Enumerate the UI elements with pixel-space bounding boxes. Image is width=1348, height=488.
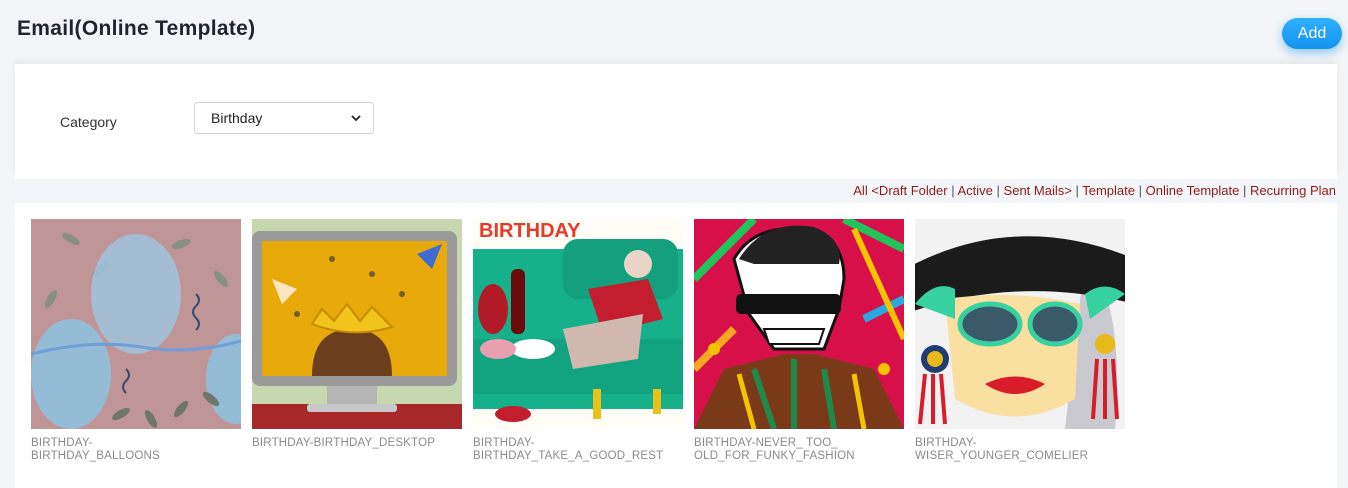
template-card[interactable]: BIRTHDAY- WISER_YOUNGER_COMELIER [915,219,1125,463]
category-select-value: Birthday [211,110,263,126]
category-select[interactable]: Birthday [194,102,374,134]
folder-nav: All <Draft Folder | Active | Sent Mails>… [853,183,1336,198]
nav-online-template-link[interactable]: Online Template [1146,183,1240,198]
templates-panel: BIRTHDAY- BIRTHDAY_BALLOONS BIRTHDAY-BIRT… [15,203,1337,488]
template-card[interactable]: BIRTHDAY-BIRTHDAY_DESKTOP [252,219,462,450]
nav-recurring-plan-link[interactable]: Recurring Plan [1250,183,1336,198]
balloons-illustration-icon [31,219,241,429]
template-card[interactable]: BIRTHDAY-NEVER_ TOO_ OLD_FOR_FUNKY_FASHIO… [694,219,904,463]
nav-separator: | [1075,183,1079,198]
chevron-down-icon [351,115,361,122]
nav-sent-mails-link[interactable]: Sent Mails> [1004,183,1072,198]
page-title: Email(Online Template) [17,17,256,40]
template-card[interactable]: BIRTHDAY- BIRTHDAY_BALLOONS [31,219,241,463]
stylish-lady-illustration-icon [915,219,1125,429]
nav-separator: | [951,183,955,198]
category-label: Category [60,114,117,130]
template-name: BIRTHDAY-BIRTHDAY_DESKTOP [252,437,436,449]
template-name: BIRTHDAY- BIRTHDAY_BALLOONS [31,437,160,462]
template-name: BIRTHDAY- WISER_YOUNGER_COMELIER [915,437,1089,462]
funky-skeleton-illustration-icon [694,219,904,429]
nav-separator: | [1242,183,1247,198]
page-header: Email(Online Template) Add [0,0,1348,60]
resting-person-illustration-icon: BIRTHDAY [473,219,683,429]
desktop-party-illustration-icon [252,219,462,429]
banner-text: BIRTHDAY [479,220,581,242]
nav-separator: | [996,183,1000,198]
nav-active-link[interactable]: Active [958,183,993,198]
nav-all-link[interactable]: All [853,183,867,198]
template-card[interactable]: BIRTHDAY BIRTHDAY- BIRTHDAY_TAKE_A_GOOD_R… [473,219,683,463]
add-button[interactable]: Add [1282,18,1342,49]
filter-panel: Category Birthday [15,64,1337,179]
template-name: BIRTHDAY- BIRTHDAY_TAKE_A_GOOD_REST [473,437,664,462]
nav-template-link[interactable]: Template [1082,183,1135,198]
template-name: BIRTHDAY-NEVER_ TOO_ OLD_FOR_FUNKY_FASHIO… [694,437,855,462]
nav-separator: | [1138,183,1143,198]
nav-draft-folder-link[interactable]: <Draft Folder [871,183,947,198]
